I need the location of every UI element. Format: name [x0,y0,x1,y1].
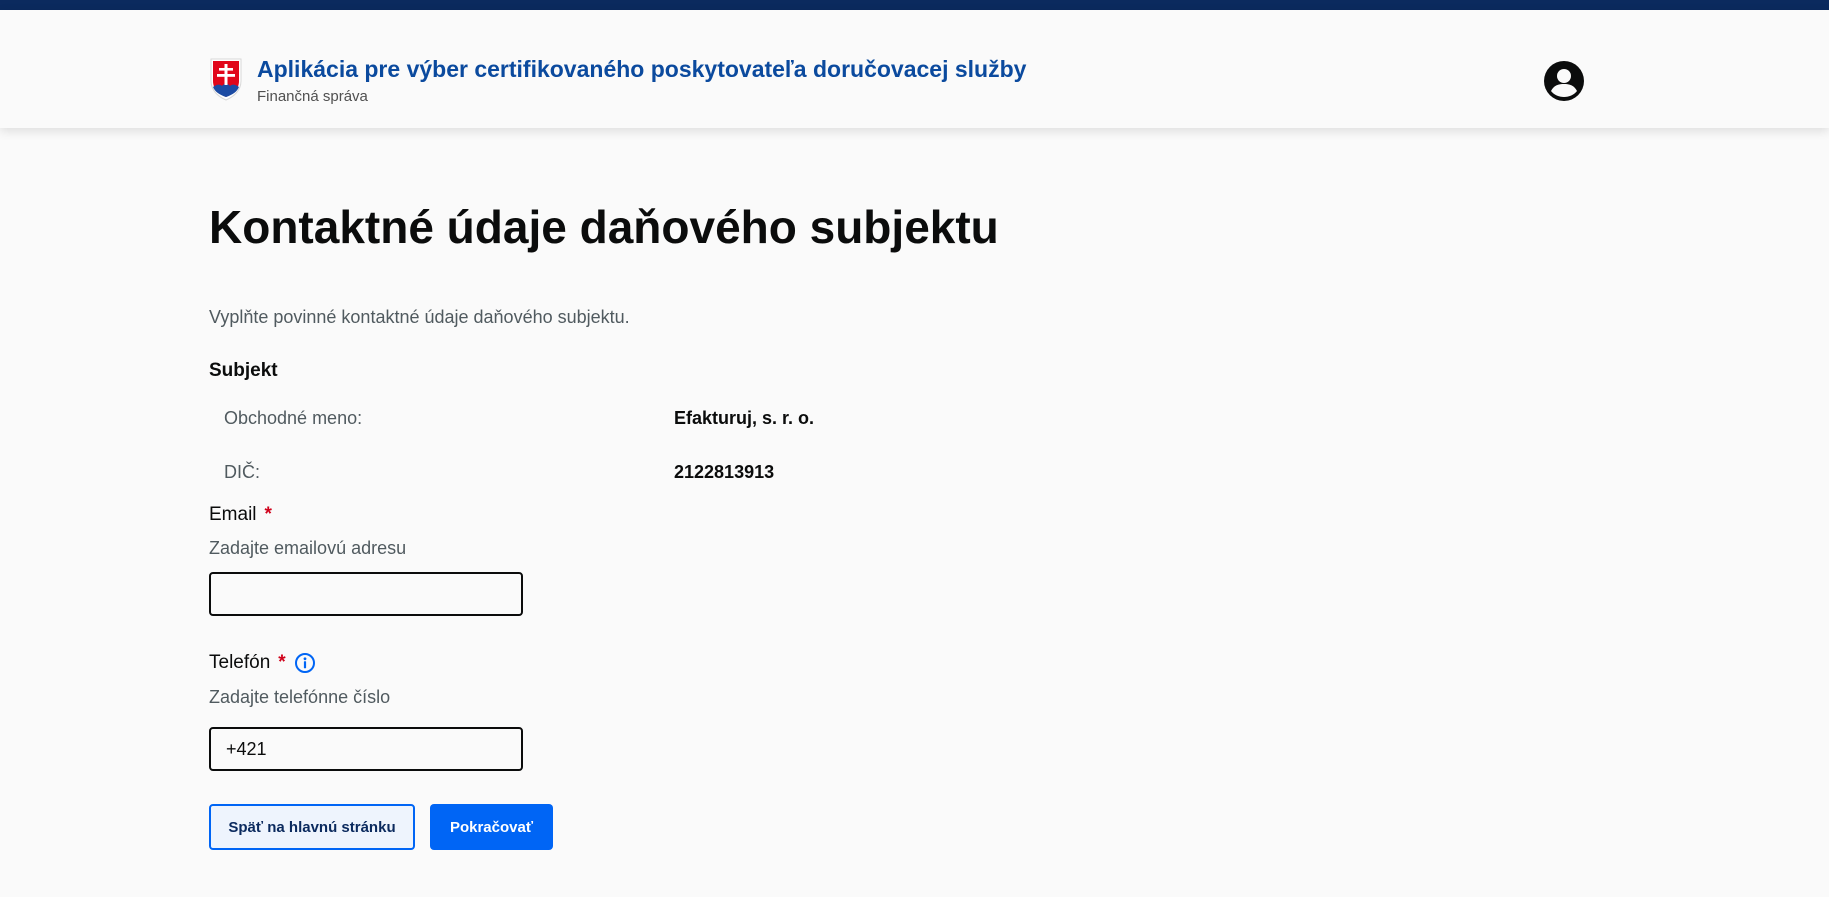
email-field[interactable] [209,572,523,616]
email-label-text: Email [209,504,257,525]
phone-label-text: Telefón [209,652,271,673]
subject-heading: Subjekt [209,360,278,381]
info-circle-icon[interactable] [294,652,316,674]
app-title[interactable]: Aplikácia pre výber certifikovaného posk… [257,54,1026,84]
slovak-coat-of-arms-icon [210,58,242,101]
required-marker: * [264,504,272,525]
subject-value: 2122813913 [674,462,775,482]
phone-field[interactable] [209,727,523,771]
account-circle-icon[interactable] [1543,60,1585,102]
subject-key: Obchodné meno: [224,408,363,428]
intro-text: Vyplňte povinné kontaktné údaje daňového… [209,307,630,327]
email-hint: Zadajte emailovú adresu [209,538,407,558]
continue-button[interactable]: Pokračovať [430,804,553,850]
top-accent-bar [0,0,1829,10]
phone-hint: Zadajte telefónne číslo [209,687,391,707]
subject-value: Efakturuj, s. r. o. [674,408,815,428]
brand[interactable]: Aplikácia pre výber certifikovaného posk… [209,46,1026,105]
phone-label: Telefón * [209,652,316,674]
app-subtitle: Finančná správa [257,88,368,105]
site-header: Aplikácia pre výber certifikovaného posk… [0,10,1829,128]
email-label: Email * [209,504,272,526]
required-marker: * [278,652,286,673]
back-to-home-button[interactable]: Späť na hlavnú stránku [209,804,415,850]
subject-key: DIČ: [224,462,260,482]
page-title: Kontaktné údaje daňového subjektu [209,201,999,253]
